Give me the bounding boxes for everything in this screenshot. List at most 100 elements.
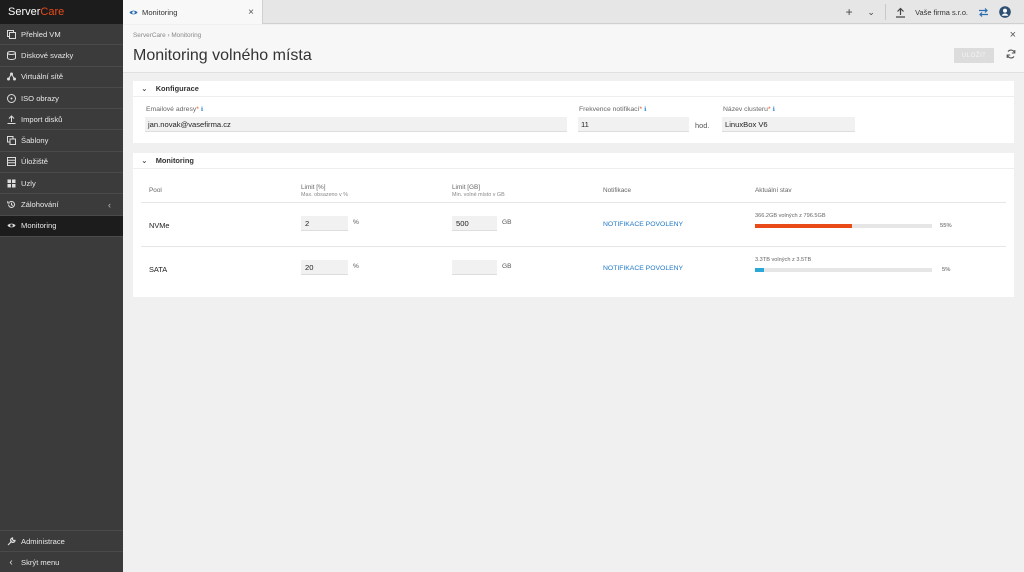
usage-bar: [755, 224, 932, 228]
sidebar-item-storage[interactable]: Úložiště: [0, 152, 123, 174]
email-label-text: Emailové adresy: [146, 106, 197, 113]
status-text: 3.3TB volných z 3.5TB: [755, 257, 812, 263]
hide-menu-button[interactable]: ‹ Skrýt menu: [0, 551, 123, 572]
usage-percent: 55%: [940, 223, 952, 229]
wrench-icon: [6, 536, 16, 546]
sidebar-item-nodes[interactable]: Uzly: [0, 173, 123, 195]
sidebar-item-administration[interactable]: Administrace: [0, 530, 123, 551]
sidebar-item-templates[interactable]: Šablony: [0, 130, 123, 152]
company-name[interactable]: Vaše firma s.r.o.: [915, 8, 968, 17]
limit-pct-input[interactable]: 2: [301, 216, 348, 231]
switch-icon[interactable]: [972, 0, 994, 24]
page-header: ServerCare › Monitoring Monitoring volné…: [123, 25, 1024, 73]
gb-unit: GB: [502, 263, 512, 270]
notifications-toggle[interactable]: NOTIFIKACE POVOLENY: [603, 265, 683, 272]
freq-unit: hod.: [695, 121, 710, 130]
required-mark: *: [196, 106, 199, 113]
sidebar-item-backup[interactable]: Zálohování ‹: [0, 194, 123, 216]
sidebar-item-iso-images[interactable]: ISO obrazy: [0, 88, 123, 110]
col-limit-pct-sub: Max. obsazeno v %: [301, 192, 349, 198]
chevron-down-icon[interactable]: ⌄: [860, 0, 882, 24]
cluster-label: Název clusteru* ℹ: [723, 106, 775, 113]
hide-menu-label: Skrýt menu: [21, 557, 60, 567]
pct-unit: %: [353, 263, 359, 270]
sidebar-item-label: ISO obrazy: [21, 93, 59, 103]
limit-gb-input[interactable]: [452, 260, 497, 275]
upload-icon[interactable]: [889, 0, 911, 24]
required-mark: *: [639, 106, 643, 113]
sidebar-item-vm-overview[interactable]: Přehled VM: [0, 24, 123, 46]
usage-percent: 5%: [942, 267, 951, 273]
limit-pct-input[interactable]: 20: [301, 260, 348, 275]
sidebar-item-label: Monitoring: [21, 221, 57, 231]
sidebar-item-label: Administrace: [21, 536, 65, 546]
monitoring-title: Monitoring: [155, 156, 194, 165]
usage-fill: [755, 224, 853, 228]
info-icon[interactable]: ℹ: [773, 107, 775, 113]
sidebar-item-label: Uzly: [21, 178, 36, 188]
user-avatar-icon[interactable]: [994, 0, 1016, 24]
sidebar-item-disk-import[interactable]: Import disků: [0, 109, 123, 131]
disk-icon: [6, 50, 16, 60]
monitoring-header[interactable]: ⌄ Monitoring: [133, 153, 1014, 169]
gb-unit: GB: [502, 219, 512, 226]
sidebar-item-virtual-networks[interactable]: Virtuální sítě: [0, 67, 123, 88]
app-logo[interactable]: Server Care: [0, 0, 123, 24]
col-limit-gb: Limit [GB]: [452, 184, 481, 191]
eye-icon: [129, 8, 138, 17]
breadcrumb[interactable]: ServerCare › Monitoring: [133, 32, 201, 39]
config-title: Konfigurace: [155, 84, 199, 93]
disc-icon: [6, 93, 16, 103]
col-notifications: Notifikace: [603, 187, 632, 194]
top-actions: + ⌄ Vaše firma s.r.o.: [838, 0, 1016, 24]
add-icon[interactable]: +: [838, 0, 860, 24]
col-limit-gb-sub: Min. volné místo v GB: [452, 192, 505, 198]
usage-fill: [755, 268, 764, 272]
divider: [141, 246, 1006, 247]
chevron-down-icon: ⌄: [141, 84, 148, 93]
sidebar-item-disk-volumes[interactable]: Diskové svazky: [0, 45, 123, 67]
required-mark: *: [767, 106, 771, 113]
usage-bar: [755, 268, 932, 272]
chevron-down-icon: ⌄: [141, 156, 148, 165]
col-limit-pct: Limit [%]: [301, 184, 326, 191]
upload-icon: [6, 114, 16, 124]
email-field[interactable]: jan.novak@vasefirma.cz: [145, 117, 567, 132]
config-header[interactable]: ⌄ Konfigurace: [133, 81, 1014, 97]
pool-name: SATA: [149, 265, 168, 274]
sidebar-item-label: Import disků: [21, 114, 63, 124]
sidebar: Server Care Přehled VM Diskové svazky Vir…: [0, 0, 123, 572]
notifications-toggle[interactable]: NOTIFIKACE POVOLENY: [603, 221, 683, 228]
sidebar-bottom: Administrace ‹ Skrýt menu: [0, 530, 123, 572]
network-icon: [6, 72, 16, 82]
sidebar-item-monitoring[interactable]: Monitoring: [0, 215, 123, 237]
chevron-left-icon: ‹: [9, 556, 13, 568]
frequency-field[interactable]: 11: [578, 117, 689, 132]
monitoring-card: ⌄ Monitoring Pool Limit [%] Max. obsazen…: [133, 153, 1014, 297]
limit-gb-input[interactable]: 500: [452, 216, 497, 231]
sidebar-item-label: Šablony: [21, 136, 49, 146]
info-icon[interactable]: ℹ: [644, 107, 646, 113]
sidebar-item-label: Zálohování: [21, 200, 59, 210]
freq-label-text: Frekvence notifikací: [579, 106, 640, 113]
template-icon: [6, 136, 16, 146]
col-status: Aktuální stav: [755, 187, 792, 194]
close-tab-icon[interactable]: ×: [248, 7, 254, 18]
pool-name: NVMe: [149, 221, 170, 230]
chevron-left-icon: ‹: [108, 199, 111, 210]
nodes-icon: [6, 178, 16, 188]
divider: [885, 4, 887, 20]
tab-monitoring[interactable]: Monitoring ×: [123, 0, 263, 24]
info-icon[interactable]: ℹ: [201, 107, 203, 113]
cluster-name-field[interactable]: LinuxBox V6: [722, 117, 855, 132]
brand-main: Server: [8, 6, 41, 18]
save-button[interactable]: ULOŽIT: [954, 48, 994, 63]
pct-unit: %: [353, 219, 359, 226]
close-icon[interactable]: ×: [1010, 29, 1016, 41]
status-text: 366.2GB volných z 796.5GB: [755, 213, 826, 219]
storage-icon: [6, 157, 16, 167]
config-card: ⌄ Konfigurace Emailové adresy* ℹ jan.nova…: [133, 81, 1014, 143]
brand-accent: Care: [40, 6, 65, 18]
refresh-icon[interactable]: [1006, 49, 1016, 62]
top-bar: Monitoring × + ⌄ Vaše firma s.r.o.: [123, 0, 1024, 24]
